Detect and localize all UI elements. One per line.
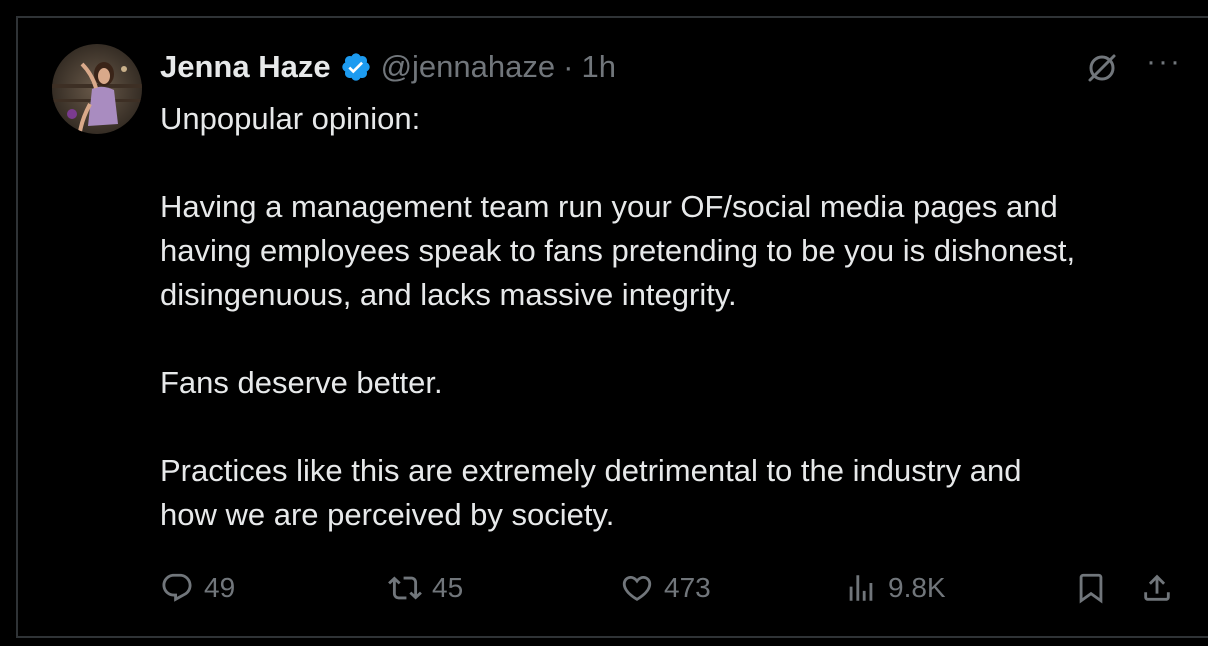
tweet-line: Practices like this are extremely detrim… [160,453,1022,488]
repost-button[interactable]: 45 [388,566,463,610]
author-name[interactable]: Jenna Haze [160,49,331,85]
bookmark-icon [1079,573,1103,604]
tweet-text: Unpopular opinion: Having a management t… [160,97,1185,537]
author-handle[interactable]: @jennahaze [381,49,556,85]
more-icon[interactable]: ··· [1146,47,1182,77]
verified-badge-icon[interactable] [339,50,373,84]
tweet-line: Having a management team run your OF/soc… [160,189,1058,224]
tweet-action-bar: 49 45 473 9.8K [160,566,1185,610]
tweet-line: Unpopular opinion: [160,101,421,136]
reply-button[interactable]: 49 [160,566,235,610]
avatar[interactable] [52,44,142,134]
tweet-line: having employees speak to fans pretendin… [160,233,1076,268]
reply-icon [162,573,192,602]
repost-icon [388,576,422,600]
view-count: 9.8K [888,572,946,603]
views-icon [849,575,873,601]
views-button[interactable]: 9.8K [844,566,946,610]
bookmark-button[interactable] [1074,566,1108,610]
reply-count: 49 [204,572,236,603]
like-button[interactable]: 473 [620,566,711,610]
tweet-line: disingenuous, and lacks massive integrit… [160,277,737,312]
separator-dot: · [563,49,574,84]
share-icon [1144,574,1170,601]
like-count: 473 [664,572,711,603]
tweet-line: how we are perceived by society. [160,497,615,532]
like-icon [622,575,652,601]
tweet-header: Jenna Haze @jennahaze · 1h [160,44,616,90]
tweet-top-actions: ··· [1084,47,1182,86]
tweet-timestamp[interactable]: 1h [581,49,615,85]
tweet-line: Fans deserve better. [160,365,443,400]
share-button[interactable] [1140,566,1174,610]
repost-count: 45 [432,572,464,603]
grok-icon[interactable] [1084,50,1120,86]
